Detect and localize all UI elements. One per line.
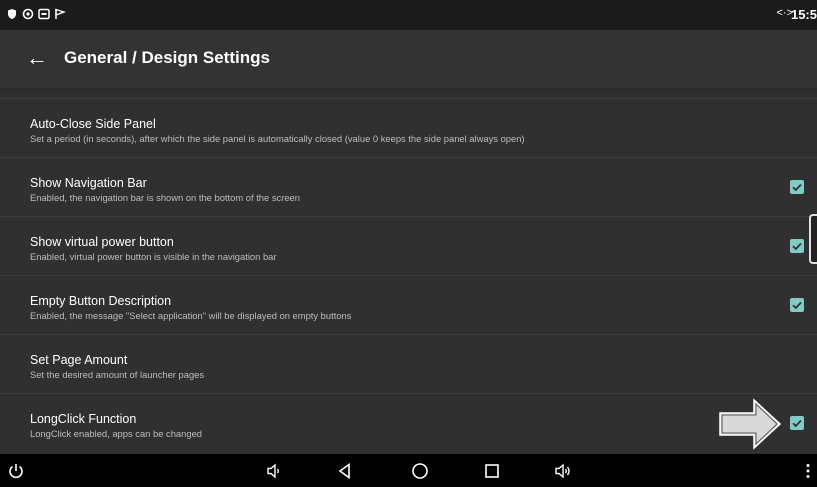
setting-set-page-amount[interactable]: Set Page Amount Set the desired amount o…	[0, 334, 817, 393]
setting-empty-button-description[interactable]: Empty Button Description Enabled, the me…	[0, 275, 817, 334]
volume-down-icon[interactable]	[264, 461, 284, 481]
setting-title: Set Page Amount	[30, 353, 128, 367]
shield-icon	[8, 9, 16, 19]
app-bar: ← General / Design Settings	[0, 30, 817, 88]
setting-subtitle: Enabled, virtual power button is visible…	[30, 251, 277, 262]
setting-subtitle: LongClick enabled, apps can be changed	[30, 428, 203, 439]
longclick-function-checkbox[interactable]	[790, 416, 804, 430]
edge-panel-handle[interactable]	[809, 214, 817, 264]
setting-show-navigation-bar[interactable]: Show Navigation Bar Enabled, the navigat…	[0, 157, 817, 216]
setting-subtitle: Enabled, the navigation bar is shown on …	[30, 192, 300, 203]
setting-longclick-function[interactable]: LongClick Function LongClick enabled, ap…	[0, 393, 817, 452]
home-icon[interactable]	[410, 461, 430, 481]
navigation-bar	[0, 454, 817, 487]
menu-icon[interactable]	[798, 461, 817, 481]
volume-up-icon[interactable]	[553, 461, 573, 481]
setting-title: Empty Button Description	[30, 294, 172, 308]
setting-subtitle: Set the desired amount of launcher pages	[30, 369, 205, 380]
annotation-arrow-icon	[719, 398, 782, 450]
setting-show-virtual-power-button[interactable]: Show virtual power button Enabled, virtu…	[0, 216, 817, 275]
status-bar: <·> 15:5	[0, 0, 817, 30]
status-time: 15:5	[790, 7, 817, 22]
back-arrow-icon[interactable]: ←	[26, 44, 48, 72]
flag-icon	[55, 8, 66, 19]
page-title: General / Design Settings	[64, 48, 270, 67]
setting-auto-close-side-panel[interactable]: Auto-Close Side Panel Set a period (in s…	[0, 98, 817, 157]
show-virtual-power-button-checkbox[interactable]	[790, 239, 804, 253]
show-navigation-bar-checkbox[interactable]	[790, 180, 804, 194]
back-icon[interactable]	[335, 461, 355, 481]
empty-button-description-checkbox[interactable]	[790, 298, 804, 312]
power-icon[interactable]	[6, 461, 26, 481]
setting-title: LongClick Function	[30, 412, 137, 426]
setting-subtitle: Enabled, the message "Select application…	[30, 310, 352, 321]
setting-title: Show virtual power button	[30, 235, 174, 249]
screen-icon	[38, 8, 50, 20]
settings-list: Auto-Close Side Panel Set a period (in s…	[0, 98, 817, 454]
recents-icon[interactable]	[482, 461, 502, 481]
app-bar-shadow	[0, 88, 817, 98]
eye-icon	[22, 8, 34, 20]
setting-subtitle: Set a period (in seconds), after which t…	[30, 133, 525, 144]
setting-title: Auto-Close Side Panel	[30, 117, 156, 131]
setting-title: Show Navigation Bar	[30, 176, 147, 190]
